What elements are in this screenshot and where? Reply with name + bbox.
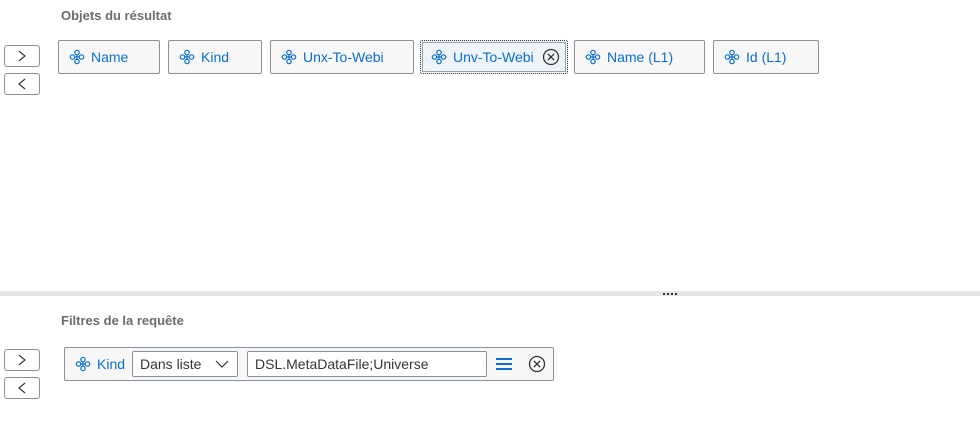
chip-label: Id (L1) (746, 49, 787, 65)
chip-label: Unv-To-Webi (453, 49, 534, 65)
move-right-button[interactable] (4, 45, 40, 67)
result-object-chip[interactable]: Name (L1) (574, 40, 705, 74)
dimension-icon (179, 49, 195, 65)
chevron-right-icon (18, 354, 26, 366)
chevron-left-icon (18, 382, 26, 394)
operator-select[interactable]: Dans liste (132, 351, 238, 377)
result-object-chip-selected[interactable]: Unv-To-Webi (420, 40, 568, 74)
query-filters-title: Filtres de la requête (61, 313, 184, 328)
panel-splitter[interactable] (0, 291, 980, 296)
chip-label: Kind (201, 49, 230, 65)
result-object-chip[interactable]: Unx-To-Webi (270, 40, 414, 74)
dimension-icon (281, 49, 297, 65)
chevron-down-icon (215, 360, 229, 368)
move-left-button[interactable] (4, 73, 40, 95)
dimension-icon (431, 49, 447, 65)
list-icon[interactable] (495, 356, 513, 372)
operator-value: Dans liste (140, 356, 202, 372)
chip-label: Unx-To-Webi (303, 49, 384, 65)
dimension-icon (585, 49, 601, 65)
chip-label: Name (91, 49, 129, 65)
chevron-right-icon (18, 50, 26, 62)
dimension-icon (75, 356, 91, 372)
chevron-left-icon (18, 78, 26, 90)
chip-label: Name (L1) (607, 49, 674, 65)
result-objects-title: Objets du résultat (61, 8, 172, 23)
move-left-button[interactable] (4, 377, 40, 399)
filter-object-label: Kind (97, 356, 126, 372)
result-object-chip[interactable]: Name (58, 40, 160, 74)
query-filter[interactable]: Kind Dans liste (64, 347, 554, 381)
dimension-icon (69, 49, 85, 65)
remove-circle-icon[interactable] (542, 48, 560, 66)
filter-value-input[interactable] (247, 351, 487, 377)
splitter-grip-icon[interactable] (662, 291, 678, 296)
dimension-icon (724, 49, 740, 65)
result-object-chip[interactable]: Kind (168, 40, 262, 74)
result-object-chip[interactable]: Id (L1) (713, 40, 819, 74)
remove-circle-icon[interactable] (528, 355, 546, 373)
filter-object[interactable]: Kind (75, 356, 125, 372)
move-right-button[interactable] (4, 349, 40, 371)
